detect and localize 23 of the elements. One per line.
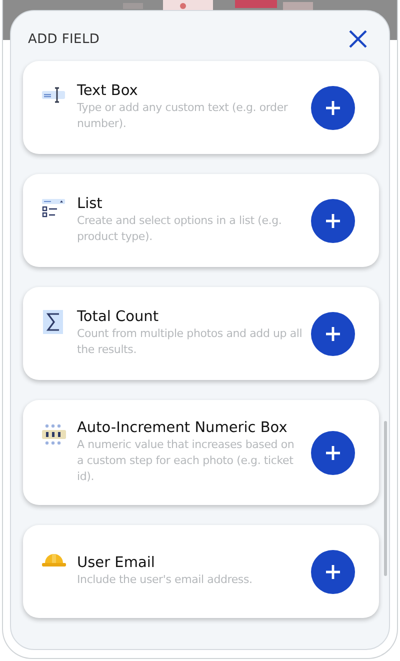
field-description: Type or add any custom text (e.g. order number).: [77, 100, 289, 132]
field-description: A numeric value that increases based on a custom step for each photo (e.g. ticket id).: [77, 437, 296, 485]
plus-icon: [324, 562, 342, 580]
plus-icon: [324, 212, 342, 230]
close-button[interactable]: [347, 28, 369, 50]
add-button[interactable]: [311, 86, 355, 130]
field-title: Total Count: [77, 309, 160, 325]
add-button[interactable]: [311, 430, 355, 474]
field-description: Include the user's email address.: [77, 572, 254, 588]
field-title: Text Box: [77, 83, 139, 99]
field-title: Auto-Increment Numeric Box: [77, 420, 288, 436]
plus-icon: [324, 98, 342, 116]
plus-icon: [324, 444, 342, 462]
plus-icon: [324, 324, 342, 342]
add-button[interactable]: [311, 550, 355, 594]
add-button[interactable]: [311, 198, 355, 242]
field-title: List: [77, 196, 104, 212]
field-title: User Email: [77, 555, 156, 571]
field-description: Create and select options in a list (e.g. product type).: [77, 213, 283, 245]
sheet-title: ADD FIELD: [28, 32, 100, 46]
field-description: Count from multiple photos and add up all the results.: [77, 326, 303, 358]
close-icon: [347, 28, 369, 50]
add-button[interactable]: [311, 312, 355, 356]
